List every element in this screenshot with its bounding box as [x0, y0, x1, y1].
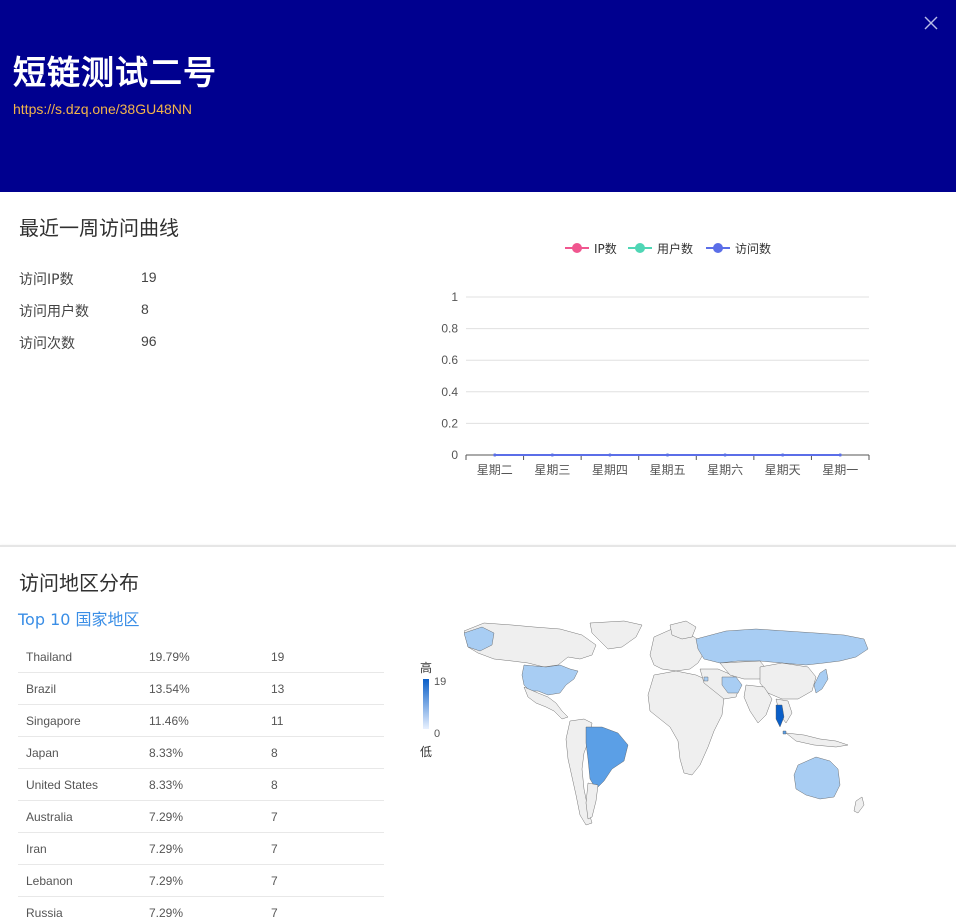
legend-label: 访问数 — [735, 241, 771, 256]
country-name: Thailand — [26, 650, 73, 664]
country-name: United States — [26, 778, 99, 792]
y-tick-label: 1 — [451, 290, 458, 304]
close-icon — [924, 16, 938, 30]
visual-map-min: 0 — [434, 728, 441, 740]
visual-map-low-label: 低 — [420, 745, 433, 759]
data-point — [493, 453, 497, 457]
weekly-line-chart: IP数 用户数 访问数 0 0.2 0.4 0.6 0.8 1 星期二 星期三 星期四 星期五 星期六 星期… — [420, 232, 890, 492]
short-url-link[interactable]: https://s.dzq.one/38GU48NN — [13, 101, 192, 117]
table-row: United States 8.33% 8 — [18, 769, 384, 801]
link-title: 短链测试二号 — [13, 53, 217, 92]
country-percentage: 19.79% — [149, 650, 190, 664]
legend-label: 用户数 — [657, 241, 693, 256]
map-region-argentina — [585, 782, 599, 820]
x-tick-label: 星期六 — [707, 463, 743, 477]
map-region-greenland — [589, 620, 643, 650]
data-point — [781, 453, 785, 457]
y-tick-label: 0 — [451, 448, 458, 462]
country-percentage: 7.29% — [149, 810, 184, 824]
x-tick-label: 星期五 — [649, 463, 685, 477]
table-row: Russia 7.29% 7 — [18, 897, 384, 924]
country-count: 7 — [271, 810, 278, 824]
line-chart-svg: IP数 用户数 访问数 0 0.2 0.4 0.6 0.8 1 星期二 星期三 星期四 星期五 星期六 星期… — [441, 241, 870, 477]
map-region-australia — [793, 756, 841, 800]
visual-map-gradient-bar[interactable] — [423, 679, 429, 729]
country-count: 8 — [271, 778, 278, 792]
map-region-singapore — [782, 730, 787, 735]
x-tick-label: 星期一 — [822, 463, 858, 477]
country-percentage: 8.33% — [149, 746, 184, 760]
map-region-russia — [695, 628, 869, 666]
y-tick-label: 0.4 — [441, 385, 458, 399]
country-count: 19 — [271, 650, 285, 664]
map-region-japan — [813, 668, 829, 694]
country-name: Lebanon — [26, 874, 73, 888]
legend-marker — [572, 243, 582, 253]
y-tick-label: 0.2 — [441, 416, 458, 430]
country-count: 7 — [271, 842, 278, 856]
country-table: Thailand 19.79% 19 Brazil 13.54% 13 Singapore 1… — [18, 641, 384, 924]
country-name: Iran — [26, 842, 47, 856]
table-row: Australia 7.29% 7 — [18, 801, 384, 833]
table-row: Iran 7.29% 7 — [18, 833, 384, 865]
country-percentage: 11.46% — [149, 714, 189, 728]
world-map — [463, 619, 870, 834]
country-percentage: 7.29% — [149, 874, 184, 888]
visual-map-legend: 高 19 0 低 — [417, 659, 447, 759]
country-count: 7 — [271, 874, 278, 888]
map-region-brazil — [585, 726, 629, 790]
world-map-svg — [463, 620, 869, 826]
country-count: 11 — [271, 714, 284, 728]
country-percentage: 7.29% — [149, 842, 184, 856]
stat-value: 8 — [141, 301, 149, 317]
country-name: Brazil — [26, 682, 57, 696]
visual-map-high-label: 高 — [420, 661, 433, 675]
weekly-section-title: 最近一周访问曲线 — [19, 216, 179, 240]
table-row: Japan 8.33% 8 — [18, 737, 384, 769]
data-point — [666, 453, 669, 457]
stat-label: 访问IP数 — [19, 272, 74, 288]
country-count: 8 — [271, 746, 278, 760]
x-tick-label: 星期四 — [592, 463, 628, 477]
table-row: Singapore 11.46% 11 — [18, 705, 384, 737]
stat-value: 19 — [141, 269, 157, 285]
map-region-indonesia — [785, 732, 849, 748]
country-count: 13 — [271, 682, 285, 696]
table-row: Lebanon 7.29% 7 — [18, 865, 384, 897]
stat-value: 96 — [141, 333, 157, 349]
table-row: Thailand 19.79% 19 — [18, 641, 384, 673]
map-region-new-zealand — [853, 796, 865, 814]
stat-label: 访问次数 — [19, 336, 75, 352]
legend-label: IP数 — [594, 241, 617, 256]
visual-map-max: 19 — [434, 676, 447, 688]
country-name: Japan — [26, 746, 59, 760]
data-point — [723, 453, 727, 457]
country-percentage: 8.33% — [149, 778, 184, 792]
legend-marker — [635, 243, 645, 253]
country-percentage: 13.54% — [149, 682, 190, 696]
table-row: Brazil 13.54% 13 — [18, 673, 384, 705]
top10-heading: Top 10 国家地区 — [18, 610, 140, 629]
y-tick-label: 0.6 — [441, 353, 458, 367]
country-percentage: 7.29% — [149, 906, 184, 920]
country-name: Russia — [26, 906, 63, 920]
x-tick-label: 星期二 — [477, 463, 513, 477]
country-name: Australia — [26, 810, 73, 824]
legend-marker — [713, 243, 723, 253]
data-point — [550, 453, 554, 457]
stat-label: 访问用户数 — [19, 304, 89, 320]
close-button[interactable] — [920, 12, 942, 34]
data-point — [608, 453, 612, 457]
region-section: 访问地区分布 Top 10 国家地区 Thailand 19.79% 19 Brazi… — [0, 547, 956, 924]
y-tick-label: 0.8 — [441, 322, 458, 336]
region-section-title: 访问地区分布 — [19, 571, 139, 595]
dialog-header: 短链测试二号 https://s.dzq.one/38GU48NN — [0, 0, 956, 192]
x-tick-label: 星期天 — [765, 463, 801, 477]
x-tick-label: 星期三 — [534, 463, 570, 477]
data-point — [838, 453, 842, 457]
map-region-lebanon — [703, 676, 709, 682]
country-name: Singapore — [26, 714, 81, 728]
country-count: 7 — [271, 906, 278, 920]
